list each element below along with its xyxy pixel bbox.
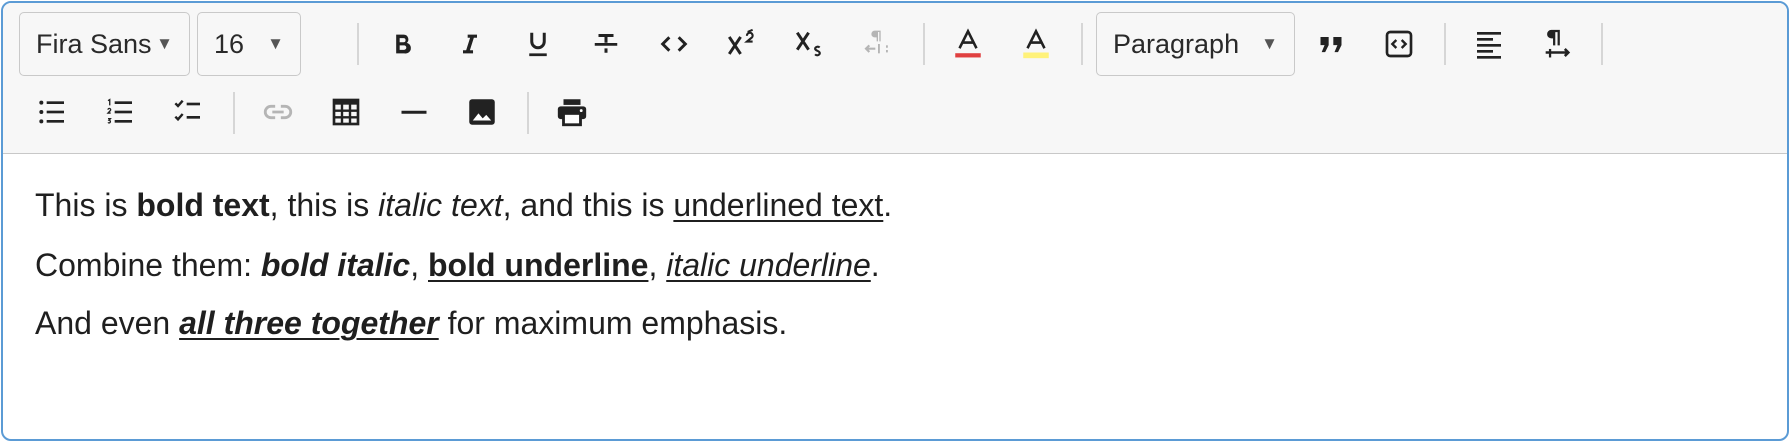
text-color-icon [955,28,981,58]
align-left-icon [1477,32,1501,59]
plain-text: , [410,247,428,283]
editor-toolbar: Fira Sans ▼ 16 ▼ Paragraph ▼ [3,3,1787,154]
text-color-swatch [955,53,981,58]
superscript-icon [728,28,754,55]
bold-underline-text: bold underline [428,247,649,283]
highlight-color-swatch [1023,52,1049,59]
plain-text: Combine them: [35,247,261,283]
plain-text: for maximum emphasis. [438,305,788,341]
numbered-list-button[interactable] [92,84,148,140]
highlight-color-icon [1023,28,1049,59]
plain-text: . [883,187,893,223]
horizontal-rule-button[interactable] [386,84,442,140]
font-size-value: 16 [214,29,245,59]
plain-text: . [870,247,880,283]
font-family-value: Fira Sans [36,29,152,59]
task-list-button[interactable] [160,84,216,140]
bold-text: bold text [136,187,270,223]
text-direction-rtl-icon [864,30,888,54]
image-icon [469,99,495,125]
paragraph-2: Combine them: bold italic, bold underlin… [35,245,880,285]
italic-text: italic text [378,187,503,223]
plain-text: , and this is [502,187,674,223]
block-format-value: Paragraph [1113,29,1240,59]
toolbar-divider [1601,23,1603,65]
bold-italic-text: bold italic [260,247,411,283]
rich-text-editor: Fira Sans ▼ 16 ▼ Paragraph ▼ This is bol… [1,1,1789,441]
plain-text: This is [35,187,137,223]
strikethrough-button[interactable] [578,16,634,72]
font-family-select[interactable]: Fira Sans ▼ [19,12,190,76]
paragraph-ltr-icon [1545,29,1571,58]
underline-icon [529,32,547,57]
italic-underline-text: italic underline [666,247,871,283]
align-left-button[interactable] [1461,16,1517,72]
underline-button[interactable] [510,16,566,72]
bullet-list-button[interactable] [24,84,80,140]
subscript-button[interactable] [782,16,838,72]
bold-button[interactable] [374,16,430,72]
code-block-button[interactable] [1371,16,1427,72]
subscript-icon [796,31,821,57]
plain-text: , [648,247,667,283]
block-format-select[interactable]: Paragraph ▼ [1096,12,1295,76]
toolbar-divider [357,23,359,65]
table-icon [332,98,360,126]
bold-italic-underline-text: all three together [179,305,439,341]
plain-text: And even [35,305,180,341]
bold-icon [396,34,411,54]
code-block-icon [1385,30,1413,58]
plain-text: , this is [269,187,379,223]
task-list-icon [174,99,200,122]
toolbar-divider [527,92,529,134]
font-size-select[interactable]: 16 ▼ [197,12,301,76]
toolbar-divider [1444,23,1446,65]
code-button[interactable] [646,16,702,72]
toolbar-divider [233,92,235,134]
strikethrough-icon [594,34,618,53]
chevron-down-icon: ▼ [1261,34,1278,53]
toolbar-divider [923,23,925,65]
toolbar-divider [1081,23,1083,65]
table-button[interactable] [318,84,374,140]
text-direction-button[interactable] [850,16,906,72]
numbered-list-icon [106,98,132,124]
superscript-button[interactable] [714,16,770,72]
underlined-text: underlined text [673,187,884,223]
blockquote-button[interactable] [1303,16,1359,72]
paragraph-direction-button[interactable] [1529,16,1585,72]
chevron-down-icon: ▼ [156,34,173,53]
highlight-color-button[interactable] [1008,16,1064,72]
italic-icon [463,34,477,54]
bullet-list-icon [39,100,64,124]
code-icon [660,36,688,52]
link-button[interactable] [250,84,306,140]
horizontal-rule-icon [401,110,427,114]
paragraph-3: And even all three together for maximum … [35,303,787,343]
blockquote-icon [1320,37,1342,53]
image-button[interactable] [454,84,510,140]
link-icon [263,104,293,120]
paragraph-1: This is bold text, this is italic text, … [35,185,892,225]
print-button[interactable] [544,84,600,140]
text-color-button[interactable] [940,16,996,72]
print-icon [557,99,587,127]
italic-button[interactable] [442,16,498,72]
chevron-down-icon: ▼ [267,34,284,53]
